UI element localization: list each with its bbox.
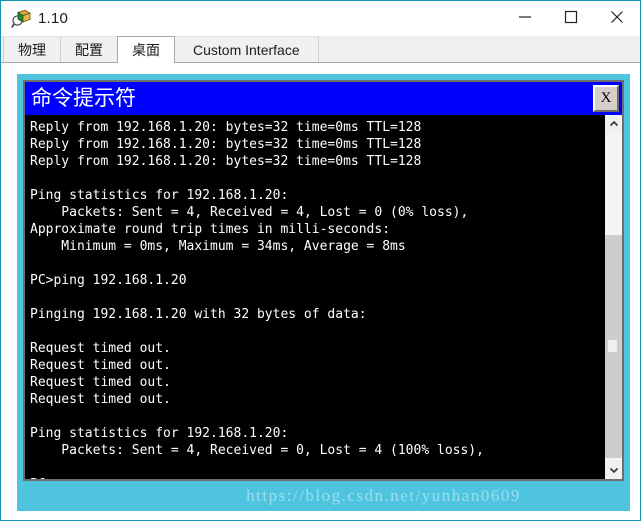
scrollbar-up-button[interactable] xyxy=(605,115,622,133)
window-title: 1.10 xyxy=(38,10,68,27)
console-output-text: Reply from 192.168.1.20: bytes=32 time=0… xyxy=(30,120,484,479)
console-scrollbar[interactable] xyxy=(604,115,622,479)
console-output-area[interactable]: Reply from 192.168.1.20: bytes=32 time=0… xyxy=(25,115,604,479)
packet-tracer-icon xyxy=(11,9,31,29)
watermark-text: https://blog.csdn.net/yunhan0609 xyxy=(246,486,521,505)
chevron-down-icon xyxy=(609,461,619,479)
application-window: 1.10 物理 配置 桌面 Custom Interface 命令提示符 X R… xyxy=(0,0,641,521)
command-prompt-close-button[interactable]: X xyxy=(593,85,619,112)
chevron-up-icon xyxy=(609,115,619,133)
minimize-button[interactable] xyxy=(502,1,548,36)
minimize-icon xyxy=(518,10,532,27)
window-controls xyxy=(502,1,640,36)
command-prompt-body: Reply from 192.168.1.20: bytes=32 time=0… xyxy=(25,115,622,479)
maximize-button[interactable] xyxy=(548,1,594,36)
terminal-panel-background: 命令提示符 X Reply from 192.168.1.20: bytes=3… xyxy=(17,74,630,511)
scrollbar-thumb[interactable] xyxy=(605,234,622,458)
tab-desktop[interactable]: 桌面 xyxy=(117,36,175,63)
scrollbar-thumb-grip xyxy=(608,339,617,352)
close-icon xyxy=(610,10,624,27)
title-bar-left: 1.10 xyxy=(1,9,68,29)
tab-physical[interactable]: 物理 xyxy=(3,36,61,62)
maximize-icon xyxy=(564,10,578,27)
scrollbar-down-button[interactable] xyxy=(605,461,622,479)
window-title-bar: 1.10 xyxy=(1,1,640,36)
command-prompt-window: 命令提示符 X Reply from 192.168.1.20: bytes=3… xyxy=(23,80,624,481)
command-prompt-title-bar: 命令提示符 X xyxy=(25,82,622,115)
tab-bar: 物理 配置 桌面 Custom Interface xyxy=(1,36,640,63)
tab-config[interactable]: 配置 xyxy=(60,36,118,62)
scrollbar-track[interactable] xyxy=(605,133,622,461)
close-button[interactable] xyxy=(594,1,640,36)
command-prompt-title: 命令提示符 xyxy=(31,86,136,110)
desktop-tab-panel: 命令提示符 X Reply from 192.168.1.20: bytes=3… xyxy=(1,63,640,520)
tab-custom-interface[interactable]: Custom Interface xyxy=(174,36,319,62)
